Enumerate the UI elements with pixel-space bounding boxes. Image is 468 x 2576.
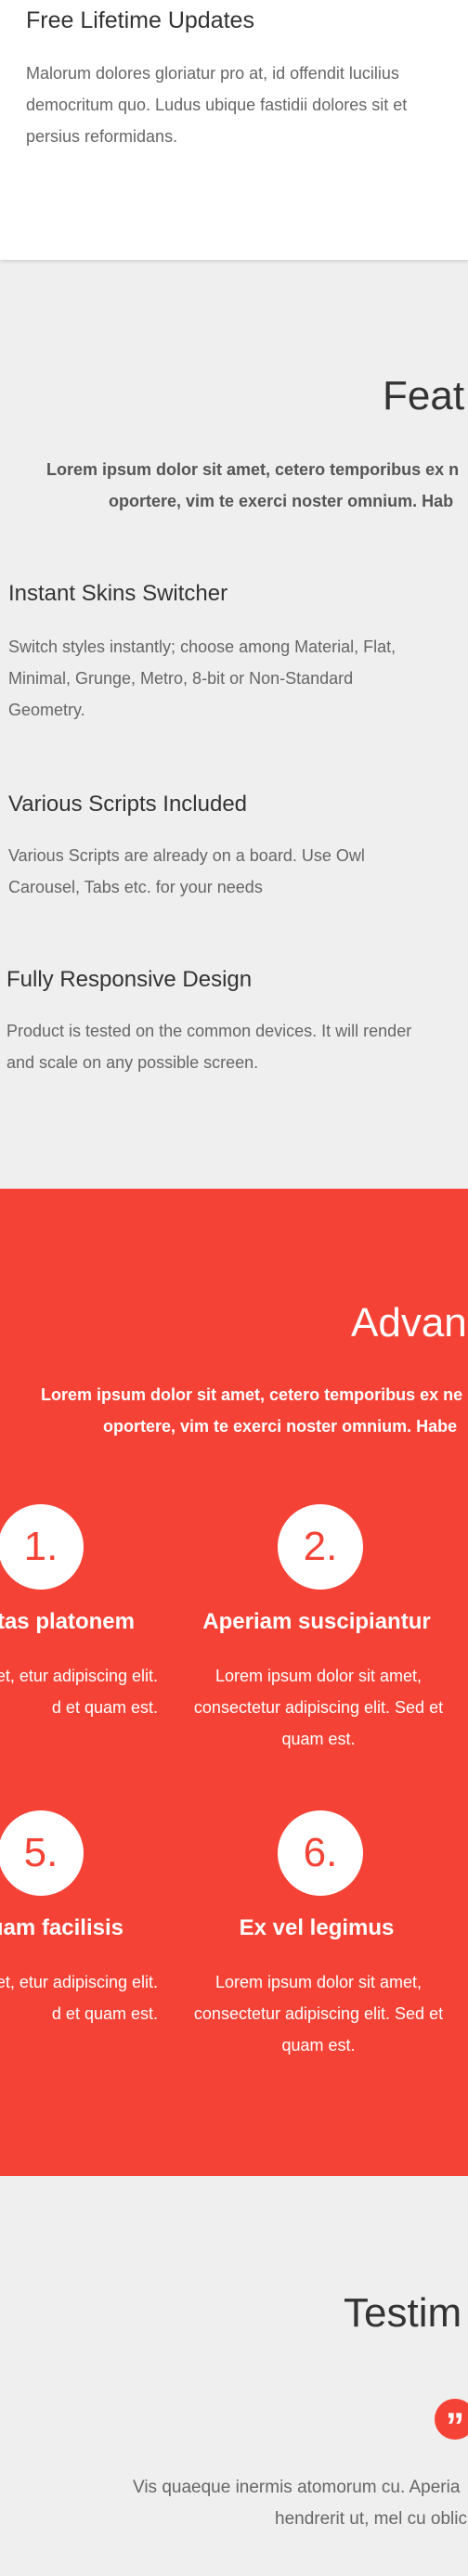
advantage-number-badge: 6. bbox=[278, 1810, 363, 1896]
advantage-title: ntas platonem bbox=[0, 1609, 135, 1634]
testimonials-title: Testim bbox=[344, 2290, 462, 2336]
advantage-text: Lorem ipsum dolor sit amet, consectetur … bbox=[193, 1973, 444, 2054]
features-subtitle-line2: oportere, vim te exerci noster omnium. H… bbox=[109, 492, 454, 510]
quote-icon: ” bbox=[435, 2399, 468, 2447]
advantage-title: Ex vel legimus bbox=[239, 1915, 395, 1940]
advantages-title: Advan bbox=[351, 1300, 467, 1346]
updates-card-title: Free Lifetime Updates bbox=[26, 7, 254, 33]
advantage-title: quam facilisis bbox=[0, 1915, 124, 1940]
feature-title: Instant Skins Switcher bbox=[8, 581, 228, 606]
updates-card: Free Lifetime Updates Malorum dolores gl… bbox=[0, 0, 468, 260]
advantages-subtitle-line2: oportere, vim te exerci noster omnium. H… bbox=[103, 1417, 458, 1436]
advantage-text: sum dolor sit amet, etur adipiscing elit… bbox=[0, 1973, 158, 2023]
features-subtitle-line1: Lorem ipsum dolor sit amet, cetero tempo… bbox=[46, 460, 460, 479]
advantage-number-badge: 2. bbox=[278, 1504, 363, 1590]
advantages-subtitle-line1: Lorem ipsum dolor sit amet, cetero tempo… bbox=[41, 1385, 463, 1404]
advantage-number-badge: 1. bbox=[0, 1504, 84, 1590]
advantage-title: Aperiam suscipiantur bbox=[202, 1609, 431, 1634]
testimonial-text-line1: Vis quaeque inermis atomorum cu. Aperia bbox=[133, 2478, 461, 2497]
testimonial-text-line2: hendrerit ut, mel cu oblic bbox=[275, 2509, 467, 2529]
feature-title: Various Scripts Included bbox=[8, 792, 248, 817]
feature-text: Switch styles instantly; choose among Ma… bbox=[8, 638, 396, 719]
feature-title: Fully Responsive Design bbox=[6, 967, 253, 992]
advantage-text: Lorem ipsum dolor sit amet, consectetur … bbox=[193, 1667, 444, 1748]
advantage-number-badge: 5. bbox=[0, 1810, 84, 1896]
advantage-text: sum dolor sit amet, etur adipiscing elit… bbox=[0, 1667, 158, 1717]
feature-text: Product is tested on the common devices.… bbox=[6, 1022, 412, 1072]
features-title: Feat bbox=[383, 373, 465, 419]
updates-card-text: Malorum dolores gloriatur pro at, id off… bbox=[26, 64, 408, 146]
advantages-section: Advan Lorem ipsum dolor sit amet, cetero… bbox=[0, 1189, 468, 2176]
feature-text: Various Scripts are already on a board. … bbox=[8, 846, 365, 896]
